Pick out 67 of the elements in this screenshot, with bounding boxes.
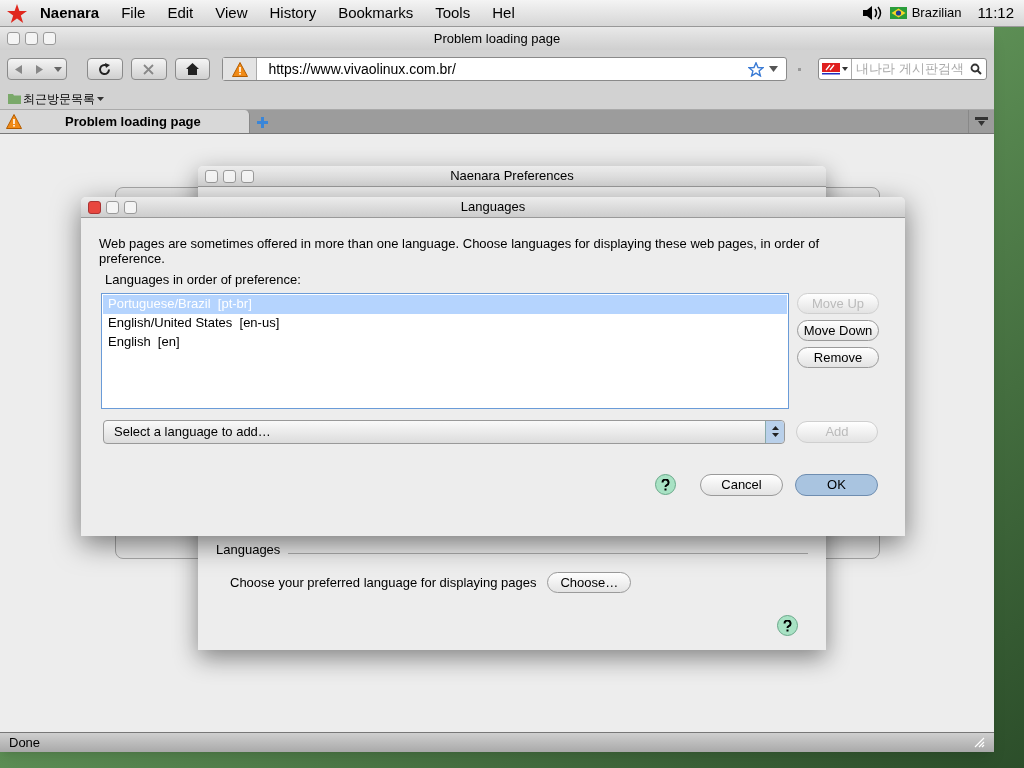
- help-button[interactable]: [655, 474, 676, 495]
- menu-item[interactable]: Bookmarks: [338, 1, 414, 25]
- window-control-button[interactable]: [205, 169, 218, 183]
- dropdown-caret-icon[interactable]: [769, 66, 778, 72]
- menu-item[interactable]: View: [215, 1, 248, 25]
- caret-icon: [97, 96, 104, 101]
- stop-button[interactable]: [130, 58, 167, 80]
- menu-item[interactable]: History: [269, 1, 317, 25]
- folder-icon: [8, 93, 21, 104]
- section-label: Languages: [216, 540, 281, 559]
- list-action-button[interactable]: Remove: [797, 346, 879, 368]
- dialog-title: Languages: [459, 198, 527, 217]
- star-icon[interactable]: [748, 61, 764, 77]
- window-title: Problem loading page: [432, 29, 562, 48]
- list-label: Languages in order of preference:: [105, 271, 302, 289]
- status-text: Done: [9, 733, 41, 752]
- description-text: Choose your preferred language for displaying pages: [230, 573, 537, 592]
- app-menu[interactable]: Naenara: [40, 1, 100, 25]
- search-field[interactable]: 내나라 게시판검색: [818, 58, 987, 80]
- stop-icon: [143, 63, 155, 75]
- forward-arrow-icon[interactable]: [35, 65, 44, 74]
- intro-text: Web pages are sometimes offered in more than one language. Choose languages for displaying these web pages, in order of preference.: [99, 236, 821, 266]
- cancel-button[interactable]: Cancel: [700, 473, 783, 496]
- window-control-button[interactable]: [241, 169, 254, 183]
- browser-tab[interactable]: Problem loading page: [0, 110, 250, 133]
- choose-button[interactable]: Choose…: [547, 572, 632, 593]
- window-control-button[interactable]: [25, 32, 38, 45]
- language-list-item[interactable]: English [en]: [103, 332, 787, 352]
- language-list-item[interactable]: English/United States [en-us]: [103, 313, 787, 333]
- close-button[interactable]: [88, 200, 101, 214]
- list-action-button[interactable]: Move Down: [797, 319, 879, 341]
- tab-list-icon[interactable]: [975, 117, 988, 126]
- url-text: https://www.vivaolinux.com.br/: [268, 59, 456, 79]
- window-control-button[interactable]: [223, 169, 236, 183]
- input-source-label[interactable]: Brazilian: [911, 3, 962, 23]
- window-control-button[interactable]: [43, 32, 56, 45]
- resize-grip-icon[interactable]: [974, 737, 985, 748]
- reload-icon: [98, 62, 112, 76]
- reload-button[interactable]: [87, 58, 123, 80]
- stepper-arrows-icon: [771, 426, 779, 437]
- window-title: Naenara Preferences: [449, 167, 575, 186]
- back-arrow-icon[interactable]: [14, 65, 23, 74]
- menu-item[interactable]: Hel: [492, 1, 515, 25]
- help-button[interactable]: [777, 615, 798, 636]
- home-icon: [186, 63, 199, 75]
- window-control-button[interactable]: [106, 200, 119, 214]
- ok-button[interactable]: OK: [795, 473, 878, 496]
- warning-icon: [231, 61, 248, 77]
- language-select[interactable]: Select a language to add…: [103, 419, 785, 444]
- question-mark-icon: [783, 619, 792, 632]
- search-engine-icon[interactable]: [822, 62, 840, 76]
- clock[interactable]: 11:12: [977, 1, 1014, 25]
- home-button[interactable]: [174, 58, 211, 80]
- bookmark-folder[interactable]: 최근방문목록: [8, 89, 104, 108]
- url-field[interactable]: https://www.vivaolinux.com.br/: [222, 57, 787, 81]
- menu-item[interactable]: File: [121, 1, 146, 25]
- speaker-icon[interactable]: [861, 5, 882, 21]
- window-control-button[interactable]: [7, 32, 20, 45]
- flag-icon[interactable]: [889, 7, 907, 19]
- dropdown-caret-icon[interactable]: [842, 67, 848, 71]
- search-icon[interactable]: [970, 63, 982, 75]
- menu-item[interactable]: Edit: [167, 1, 194, 25]
- question-mark-icon: [661, 478, 670, 491]
- window-control-button[interactable]: [124, 200, 137, 214]
- menu-item[interactable]: Tools: [435, 1, 471, 25]
- warning-icon: [6, 114, 22, 129]
- star-icon[interactable]: [7, 3, 27, 23]
